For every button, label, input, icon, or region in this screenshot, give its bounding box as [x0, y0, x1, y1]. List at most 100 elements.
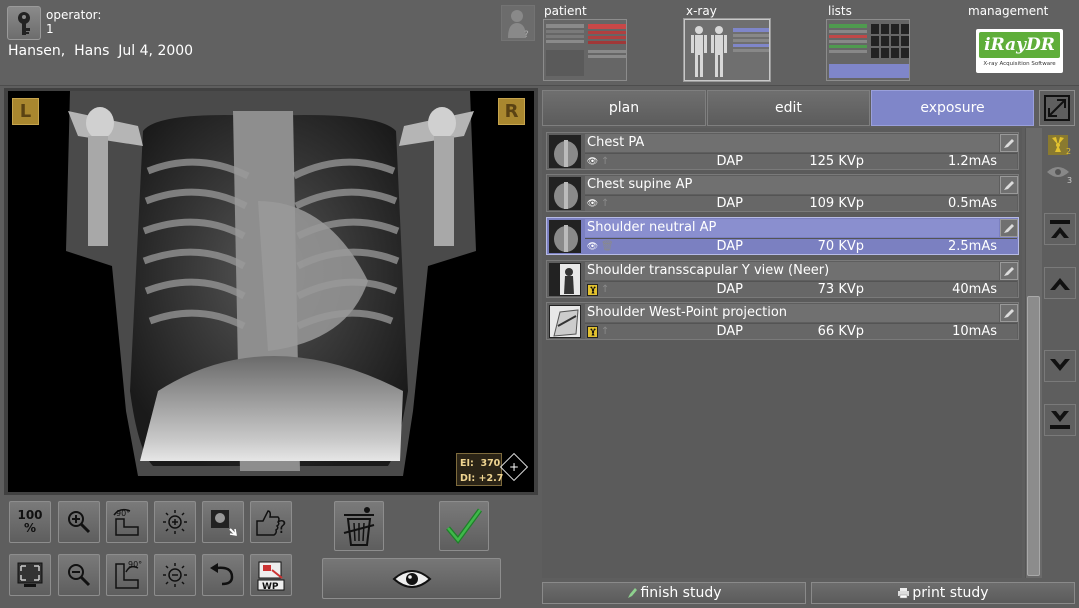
patient-unknown-icon[interactable]: ? — [501, 5, 535, 41]
delete-trash-icon[interactable]: 🗑 — [601, 239, 614, 255]
chevron-down-icon — [1050, 359, 1070, 371]
accept-image-button[interactable] — [439, 501, 489, 551]
nav-lists-thumbnail[interactable] — [826, 19, 910, 81]
skull-arrow-icon — [211, 510, 237, 536]
exposure-row-shoulder-west-point[interactable]: Shoulder West-Point projection ↑ DAP 66 … — [546, 302, 1019, 340]
scroll-up-button[interactable] — [1044, 267, 1076, 299]
viewed-count: 3 — [1067, 176, 1073, 185]
skull-arrow-button[interactable] — [202, 501, 244, 543]
wp-label: WP — [262, 582, 279, 592]
exposure-name: Shoulder neutral AP — [585, 219, 999, 237]
nav-patient-label[interactable]: patient — [544, 4, 587, 18]
exposure-dap: DAP — [716, 239, 743, 254]
chevron-up-icon — [1050, 278, 1070, 290]
exposure-params: 👁 ↑ DAP 125 KVp 1.2mAs — [585, 153, 1017, 169]
fullscreen-button[interactable] — [9, 554, 51, 596]
list-scrollbar-thumb[interactable] — [1027, 296, 1040, 576]
nav-patient-thumbnail[interactable] — [543, 19, 627, 81]
eye-icon — [391, 569, 432, 588]
patient-dob: Jul 4, 2000 — [118, 43, 194, 59]
viewed-eye-icon: 👁 — [586, 198, 599, 209]
edit-pen-icon[interactable] — [1000, 134, 1018, 152]
rotate-ccw-icon: 90° — [115, 560, 142, 589]
exposure-row-chest-pa[interactable]: Chest PA 👁 ↑ DAP 125 KVp 1.2mAs — [546, 132, 1019, 170]
exposure-mas: 2.5mAs — [947, 239, 997, 254]
zoom-in-button[interactable] — [58, 501, 100, 543]
rotate-cw-label: 90° — [116, 509, 130, 518]
discard-image-button[interactable] — [334, 501, 384, 551]
svg-text:?: ? — [277, 517, 287, 537]
radiation-count: 2 — [1066, 147, 1072, 156]
exposure-mas: 10mAs — [952, 324, 997, 339]
brightness-up-button[interactable] — [154, 501, 196, 543]
chest-xray-image — [8, 91, 534, 492]
svg-text:?: ? — [524, 30, 529, 38]
radiation-counter: 2 — [1046, 133, 1074, 159]
app-logo[interactable]: iRayDR X-ray Acquisition Software — [976, 29, 1063, 73]
ei-value: 370 — [480, 458, 501, 469]
nav-lists-label[interactable]: lists — [828, 4, 852, 18]
nav-xray-label[interactable]: x-ray — [686, 4, 717, 18]
edit-pen-icon[interactable] — [1000, 176, 1018, 194]
exposure-params: 👁 🗑 DAP 70 KVp 2.5mAs — [585, 238, 1017, 254]
zoom-in-icon — [68, 511, 91, 534]
xray-image-viewer[interactable]: L R EI: 370 DI: +2.7 + — [8, 91, 534, 492]
exposure-thumbnail — [549, 263, 581, 296]
tab-edit[interactable]: edit — [707, 90, 870, 126]
edit-pen-icon[interactable] — [1000, 304, 1018, 322]
di-value: +2.7 — [478, 473, 504, 484]
view-toggle-button[interactable] — [322, 558, 501, 599]
tab-plan[interactable]: plan — [542, 90, 706, 126]
exposure-thumbnail — [549, 220, 581, 253]
print-study-button[interactable]: print study — [811, 582, 1075, 604]
exposure-name: Shoulder transscapular Y view (Neer) — [585, 262, 999, 280]
right-marker: R — [498, 98, 525, 125]
exposure-kvp: 109 KVp — [809, 196, 864, 211]
exposure-kvp: 125 KVp — [809, 154, 864, 169]
exposure-name: Chest supine AP — [585, 176, 999, 194]
rotate-cw-button[interactable]: 90° — [106, 501, 148, 543]
scroll-bottom-button[interactable] — [1044, 404, 1076, 436]
scroll-down-button[interactable] — [1044, 350, 1076, 382]
upload-arrow-icon: ↑ — [601, 284, 610, 295]
edit-pen-icon[interactable] — [1000, 262, 1018, 280]
trash-icon — [343, 507, 375, 546]
logo-subtitle: X-ray Acquisition Software — [983, 61, 1056, 67]
nav-management-label[interactable]: management — [968, 4, 1048, 18]
exposure-mas: 0.5mAs — [947, 196, 997, 211]
patient-name: Hansen, Hans — [8, 43, 110, 59]
expand-button[interactable] — [1039, 90, 1075, 126]
exposure-row-shoulder-y-view[interactable]: Shoulder transscapular Y view (Neer) ↑ D… — [546, 260, 1019, 298]
scroll-top-button[interactable] — [1044, 213, 1076, 245]
finish-study-button[interactable]: finish study — [542, 582, 806, 604]
rotate-cw-icon: 90° — [113, 508, 139, 536]
tab-exposure[interactable]: exposure — [871, 90, 1034, 126]
zoom-out-button[interactable] — [58, 554, 100, 596]
viewed-eye-icon: 👁 — [586, 241, 599, 252]
edit-pen-icon[interactable] — [1000, 219, 1018, 237]
rotate-ccw-button[interactable]: 90° — [106, 554, 148, 596]
exposure-dap: DAP — [716, 154, 743, 169]
di-label: DI: — [460, 473, 476, 484]
exposure-row-shoulder-neutral-ap[interactable]: Shoulder neutral AP 👁 🗑 DAP 70 KVp 2.5mA… — [546, 217, 1019, 255]
undo-button[interactable] — [202, 554, 244, 596]
exposure-list: Chest PA 👁 ↑ DAP 125 KVp 1.2mAs Chest su… — [542, 128, 1022, 578]
exposure-name: Chest PA — [585, 134, 999, 152]
exposure-mas: 1.2mAs — [947, 154, 997, 169]
key-icon[interactable] — [7, 6, 41, 40]
brightness-down-button[interactable] — [154, 554, 196, 596]
window-preset-button[interactable]: WP — [250, 554, 292, 596]
exposure-kvp: 73 KVp — [817, 282, 864, 297]
exposure-name: Shoulder West-Point projection — [585, 304, 999, 322]
exposure-params: ↑ DAP 66 KVp 10mAs — [585, 323, 1017, 339]
viewed-eye-icon: 👁 — [586, 156, 599, 167]
zoom-100-button[interactable]: 100% — [9, 501, 51, 543]
print-study-label: print study — [912, 585, 989, 601]
radiation-icon — [587, 283, 598, 296]
exposure-kvp: 66 KVp — [817, 324, 864, 339]
approve-question-button[interactable]: ? — [250, 501, 292, 543]
nav-xray-thumbnail[interactable] — [684, 19, 770, 81]
exposure-row-chest-supine-ap[interactable]: Chest supine AP 👁 ↑ DAP 109 KVp 0.5mAs — [546, 174, 1019, 212]
upload-arrow-icon: ↑ — [601, 198, 610, 209]
exposure-mas: 40mAs — [952, 282, 997, 297]
